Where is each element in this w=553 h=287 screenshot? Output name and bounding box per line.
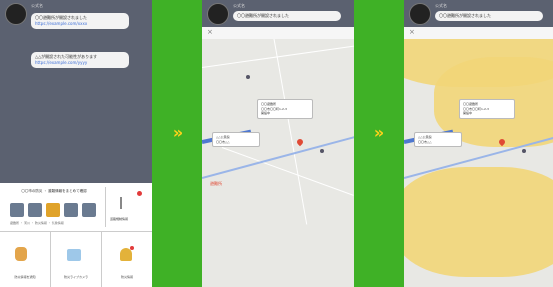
notify-button[interactable]: 防災情報を通知 <box>0 232 51 287</box>
next-arrow-icon: » <box>373 123 385 142</box>
chat-header: 公式名 〇〇避難所が開設されました <box>404 0 553 30</box>
road-info-button[interactable]: 道路規制情報 <box>105 187 148 227</box>
map-canvas[interactable]: 〇〇避難所 〇〇市〇〇町1-2-3 開設中 △△公民館 〇〇市△△ 避難所 <box>202 27 354 287</box>
rich-menu-bottom-row: 防災情報を通知 防災ライブカメラ 防災情報 <box>0 232 152 287</box>
map-marker-icon[interactable] <box>522 149 526 153</box>
bell-icon <box>120 248 132 261</box>
rich-menu-top-row: 〇〇市の防災 ・ 避難情報をまとめて確認 避難所 ・ 河川 ・ 防災情報 ・ 気… <box>0 183 152 232</box>
camera-icon <box>67 249 81 261</box>
facility-icons <box>10 203 104 219</box>
screen-map: 公式名 〇〇避難所が開設されました × 〇〇避難所 〇〇市〇〇町1-2-3 開設… <box>202 0 354 287</box>
next-arrow-icon: » <box>172 123 184 142</box>
message-link[interactable]: https://example.com/xxxx <box>35 21 125 27</box>
shelter-popup[interactable]: 〇〇避難所 〇〇市〇〇町1-2-3 開設中 <box>257 99 313 119</box>
avatar[interactable] <box>5 3 27 25</box>
popup-address: 〇〇市△△ <box>418 139 432 144</box>
sender-name: 公式名 <box>31 3 43 8</box>
chat-message-2[interactable]: △△が開設された可能性があります https://example.com/yyy… <box>31 52 129 68</box>
sender-name: 公式名 <box>233 3 245 8</box>
tap-icon <box>82 203 96 217</box>
map-marker-icon[interactable] <box>246 75 250 79</box>
shelter-popup-2[interactable]: △△公民館 〇〇市△△ <box>212 132 260 147</box>
notification-badge <box>137 191 142 196</box>
shelter-popup-2[interactable]: △△公民館 〇〇市△△ <box>414 132 462 147</box>
chat-header: 公式名 〇〇避難所が開設されました <box>202 0 354 30</box>
popup-address: 〇〇市△△ <box>216 139 230 144</box>
person-icon <box>46 203 60 217</box>
cell-label: 防災ライブカメラ <box>63 275 88 279</box>
popup-status: 開設中 <box>261 111 271 115</box>
cell-label: 防災情報を通知 <box>14 275 36 279</box>
hazard-map-canvas[interactable]: 〇〇避難所 〇〇市〇〇町1-2-3 開設中 △△公民館 〇〇市△△ <box>404 27 553 287</box>
message-text: △△が開設された可能性があります <box>35 54 98 59</box>
map-toolbar: × <box>404 27 553 39</box>
road-icon <box>120 197 138 209</box>
avatar[interactable] <box>409 3 431 25</box>
chat-message[interactable]: 〇〇避難所が開設されました <box>233 11 341 21</box>
close-icon[interactable]: × <box>207 28 213 36</box>
hazard-zone <box>404 167 553 277</box>
close-icon[interactable]: × <box>409 28 415 36</box>
person-icon <box>15 247 27 261</box>
chat-message[interactable]: 〇〇避難所が開設されました <box>435 11 543 21</box>
screen-hazard-map: 公式名 〇〇避難所が開設されました × 〇〇避難所 〇〇市〇〇町1-2-3 開設… <box>404 0 553 287</box>
shelter-icon <box>10 203 24 217</box>
avatar[interactable] <box>207 3 229 25</box>
map-marker-icon[interactable] <box>320 149 324 153</box>
rich-menu: 〇〇市の防災 ・ 避難情報をまとめて確認 避難所 ・ 河川 ・ 防災情報 ・ 気… <box>0 183 152 287</box>
screen-line-chat: 公式名 〇〇避難所が開設されました https://example.com/xx… <box>0 0 152 287</box>
trash-icon <box>28 203 42 217</box>
shelter-pin-icon[interactable] <box>295 137 305 147</box>
message-text: 〇〇避難所が開設されました <box>35 15 87 20</box>
map-toolbar: × <box>202 27 354 39</box>
bus-icon <box>64 203 78 217</box>
shelter-label: 避難所 <box>210 181 222 186</box>
cell-label: 防災情報 <box>120 275 133 279</box>
sender-name: 公式名 <box>435 3 447 8</box>
alert-button[interactable]: 防災情報 <box>102 232 152 287</box>
live-camera-button[interactable]: 防災ライブカメラ <box>51 232 102 287</box>
road <box>271 27 308 225</box>
message-link[interactable]: https://example.com/yyyy <box>35 60 125 66</box>
road-info-label: 道路規制情報 <box>110 217 129 221</box>
shelter-popup[interactable]: 〇〇避難所 〇〇市〇〇町1-2-3 開設中 <box>459 99 515 119</box>
menu-title: 〇〇市の防災 ・ 避難情報をまとめて確認 <box>21 189 87 193</box>
alert-dot <box>130 246 134 250</box>
disaster-info-button[interactable]: 〇〇市の防災 ・ 避難情報をまとめて確認 避難所 ・ 河川 ・ 防災情報 ・ 気… <box>4 187 104 227</box>
chat-message-1[interactable]: 〇〇避難所が開設されました https://example.com/xxxx <box>31 13 129 29</box>
popup-status: 開設中 <box>463 111 473 115</box>
menu-description: 避難所 ・ 河川 ・ 防災情報 ・ 気象情報 <box>10 221 64 225</box>
